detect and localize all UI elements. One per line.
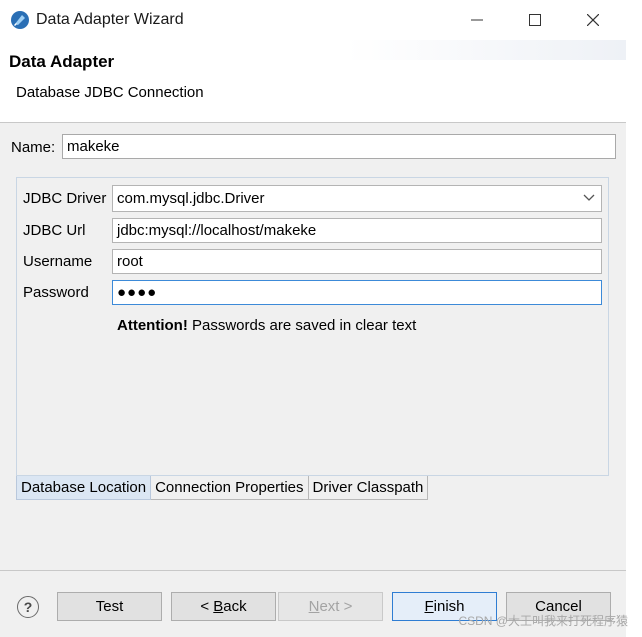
close-icon — [587, 14, 599, 26]
finish-mnemonic: F — [424, 598, 434, 615]
dialog-window: Data Adapter Wizard Data Adapter Databas… — [0, 0, 627, 637]
tab-bar: Database Location Connection Properties … — [16, 476, 429, 500]
header-decoration — [346, 40, 626, 60]
background-edge — [626, 0, 642, 637]
jdbc-driver-label: JDBC Driver — [23, 190, 107, 207]
username-input[interactable]: root — [112, 249, 602, 274]
attention-label: Attention! — [117, 317, 188, 334]
footer-separator — [0, 570, 626, 571]
maximize-icon — [529, 14, 541, 26]
jdbc-url-input[interactable]: jdbc:mysql://localhost/makeke — [112, 218, 602, 243]
tab-connection-properties[interactable]: Connection Properties — [151, 476, 309, 500]
minimize-icon — [471, 19, 483, 21]
attention-text: Passwords are saved in clear text — [187, 317, 417, 334]
tab-driver-classpath[interactable]: Driver Classpath — [308, 476, 429, 500]
jdbc-driver-value: com.mysql.jdbc.Driver — [117, 190, 265, 207]
maximize-button[interactable] — [512, 0, 558, 40]
chevron-down-icon — [583, 194, 595, 201]
back-rest: ack — [223, 598, 247, 615]
next-mnemonic: N — [308, 598, 320, 615]
next-button[interactable]: Next > — [278, 592, 383, 621]
name-input[interactable]: makeke — [62, 134, 616, 159]
minimize-button[interactable] — [454, 0, 500, 40]
close-button[interactable] — [570, 0, 616, 40]
page-subtitle: Database JDBC Connection — [16, 84, 204, 101]
username-label: Username — [23, 253, 93, 270]
tab-database-location[interactable]: Database Location — [16, 476, 152, 500]
back-mnemonic: B — [213, 598, 224, 615]
test-button[interactable]: Test — [57, 592, 162, 621]
page-title: Data Adapter — [9, 52, 115, 71]
password-input[interactable]: ●●●● — [112, 280, 602, 305]
eclipse-app-icon — [11, 11, 29, 29]
window-title: Data Adapter Wizard — [36, 11, 184, 28]
title-bar[interactable]: Data Adapter Wizard — [0, 0, 626, 40]
password-label: Password — [23, 284, 89, 301]
back-button[interactable]: < Back — [171, 592, 276, 621]
next-rest: ext > — [319, 598, 353, 615]
jdbc-driver-select[interactable]: com.mysql.jdbc.Driver — [112, 185, 602, 212]
jdbc-url-label: JDBC Url — [23, 222, 86, 239]
name-label: Name: — [11, 139, 56, 156]
help-button[interactable]: ? — [17, 596, 39, 618]
wizard-header: Data Adapter Database JDBC Connection — [0, 40, 626, 123]
attention-message: Attention! Passwords are saved in clear … — [117, 317, 416, 334]
watermark: CSDN @大王叫我来打死程序猿 — [458, 614, 628, 628]
back-prefix: < — [200, 598, 214, 615]
